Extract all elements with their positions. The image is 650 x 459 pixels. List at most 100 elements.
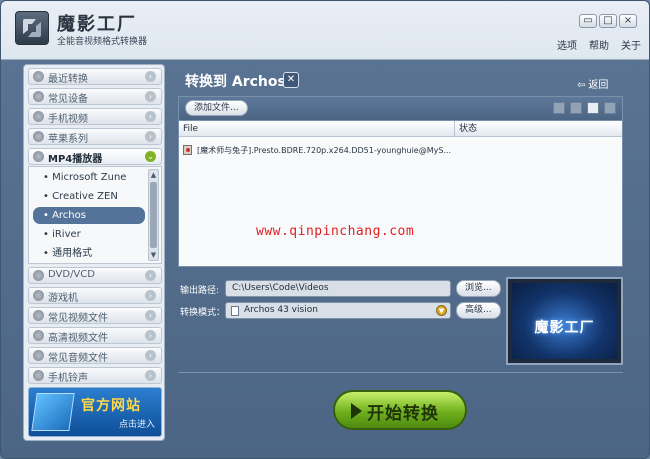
disc-icon xyxy=(33,270,44,281)
add-icon[interactable] xyxy=(587,102,599,114)
chevron-right-icon: › xyxy=(145,310,156,321)
category-label: MP4播放器 xyxy=(48,154,103,165)
scroll-up-icon[interactable]: ▲ xyxy=(149,170,158,180)
maximize-button[interactable]: □ xyxy=(599,14,617,28)
category-phone-video[interactable]: 手机视频 › xyxy=(28,108,162,125)
back-button[interactable]: ⇦ 返回 xyxy=(577,76,608,91)
start-convert-button[interactable]: 开始转换 xyxy=(333,390,467,430)
list-item-label: Creative ZEN xyxy=(52,191,118,202)
list-item-microsoft-zune[interactable]: • Microsoft Zune xyxy=(33,169,145,186)
film-icon xyxy=(33,310,44,321)
skin-button[interactable]: ▭ xyxy=(579,14,597,28)
conversion-mode-value: Archos 43 vision xyxy=(244,305,318,315)
document-icon xyxy=(231,306,239,316)
category-dvd-vcd[interactable]: DVD/VCD › xyxy=(28,267,162,284)
add-file-button[interactable]: 添加文件... xyxy=(185,100,248,116)
menu-help[interactable]: 帮助 xyxy=(589,37,609,52)
app-window: 魔影工厂 全能音视频格式转换器 ▭ □ × 选项 帮助 关于 最近转换 › 常见… xyxy=(0,0,650,459)
list-item-label: iRiver xyxy=(52,229,81,240)
chevron-right-icon: › xyxy=(145,91,156,102)
advanced-button[interactable]: 高级... xyxy=(456,302,501,319)
preview-logo-text: 魔影工厂 xyxy=(534,320,595,336)
category-label: 手机视频 xyxy=(48,114,88,125)
chevron-right-icon: › xyxy=(145,350,156,361)
list-item-creative-zen[interactable]: • Creative ZEN xyxy=(33,188,145,205)
category-label: 常见设备 xyxy=(48,94,88,105)
window-controls: ▭ □ × xyxy=(579,14,637,28)
official-site-banner[interactable]: 官方网站 点击进入 xyxy=(28,387,162,437)
file-table: File 状态 [魔术师与兔子].Presto.BDRE.720p.x264.D… xyxy=(178,120,623,267)
category-recent[interactable]: 最近转换 › xyxy=(28,68,162,85)
category-label: 苹果系列 xyxy=(48,134,88,145)
list-item-archos[interactable]: • Archos xyxy=(33,207,145,224)
category-common-video[interactable]: 常见视频文件 › xyxy=(28,307,162,324)
mode-label: 转换模式： xyxy=(180,308,226,318)
back-arrow-icon: ⇦ xyxy=(577,80,586,91)
mp4-player-list: • Microsoft Zune • Creative ZEN • Archos… xyxy=(28,166,162,264)
phone-icon xyxy=(33,111,44,122)
category-label: 最近转换 xyxy=(48,74,88,85)
menu-options[interactable]: 选项 xyxy=(557,37,577,52)
list-item-label: 通用格式 xyxy=(52,248,93,259)
chevron-right-icon: › xyxy=(145,370,156,381)
category-label: 常见视频文件 xyxy=(48,313,108,324)
scroll-thumb[interactable] xyxy=(150,182,157,248)
title-bar: 魔影工厂 全能音视频格式转换器 ▭ □ × 选项 帮助 关于 xyxy=(1,1,649,59)
hd-film-icon xyxy=(33,330,44,341)
category-ringtone[interactable]: 手机铃声 › xyxy=(28,367,162,384)
column-header-file[interactable]: File xyxy=(179,121,455,137)
divider xyxy=(178,372,623,373)
tools-icon[interactable]: ✕ xyxy=(283,72,299,88)
back-label: 返回 xyxy=(588,80,609,91)
gamepad-icon xyxy=(33,290,44,301)
scroll-down-icon[interactable]: ▼ xyxy=(149,250,158,260)
table-row[interactable]: [魔术师与兔子].Presto.BDRE.720p.x264.DD51-youn… xyxy=(183,143,451,157)
banner-title: 官方网站 xyxy=(81,398,141,414)
chevron-right-icon: › xyxy=(145,111,156,122)
device-icon xyxy=(33,91,44,102)
app-logo-icon xyxy=(15,11,49,45)
chevron-right-icon: › xyxy=(145,270,156,281)
category-sidebar: 最近转换 › 常见设备 › 手机视频 › 苹果系列 › MP4播放器 ⌄ • M… xyxy=(23,64,165,441)
category-mp4-player[interactable]: MP4播放器 ⌄ xyxy=(28,148,162,165)
gem-icon xyxy=(31,393,75,431)
remove-icon[interactable] xyxy=(604,102,616,114)
close-button[interactable]: × xyxy=(619,14,637,28)
watermark-text: www.qinpinchang.com xyxy=(256,224,415,239)
category-apple[interactable]: 苹果系列 › xyxy=(28,128,162,145)
category-label: 常见音频文件 xyxy=(48,353,108,364)
banner-subtitle: 点击进入 xyxy=(119,420,156,430)
chevron-right-icon: › xyxy=(145,71,156,82)
category-common-audio[interactable]: 常见音频文件 › xyxy=(28,347,162,364)
category-common-devices[interactable]: 常见设备 › xyxy=(28,88,162,105)
menu-about[interactable]: 关于 xyxy=(621,37,641,52)
chevron-down-icon: ⌄ xyxy=(145,151,156,162)
category-game-console[interactable]: 游戏机 › xyxy=(28,287,162,304)
list-action-buttons xyxy=(553,102,616,114)
category-label: DVD/VCD xyxy=(48,269,95,280)
skin-icon: ▭ xyxy=(583,15,593,26)
list-scrollbar[interactable]: ▲ ▼ xyxy=(148,169,159,261)
move-down-icon[interactable] xyxy=(570,102,582,114)
output-path-field[interactable]: C:\Users\Code\Videos xyxy=(225,280,451,297)
conversion-mode-select[interactable]: Archos 43 vision ▼ xyxy=(225,302,451,319)
chevron-right-icon: › xyxy=(145,131,156,142)
list-item-iriver[interactable]: • iRiver xyxy=(33,226,145,243)
column-header-status[interactable]: 状态 xyxy=(455,121,622,137)
recent-icon xyxy=(33,71,44,82)
preview-image: 魔影工厂 xyxy=(512,283,617,359)
top-menu: 选项 帮助 关于 xyxy=(557,37,641,52)
start-convert-label: 开始转换 xyxy=(367,404,439,424)
music-icon xyxy=(33,350,44,361)
category-hd-video[interactable]: 高清视频文件 › xyxy=(28,327,162,344)
page-title: 转换到 Archos xyxy=(185,74,286,90)
category-label: 游戏机 xyxy=(48,293,78,304)
chevron-down-icon[interactable]: ▼ xyxy=(436,305,447,316)
apple-icon xyxy=(33,131,44,142)
category-label: 手机铃声 xyxy=(48,373,88,384)
move-up-icon[interactable] xyxy=(553,102,565,114)
list-item-generic-format[interactable]: • 通用格式 xyxy=(33,245,145,262)
browse-button[interactable]: 浏览... xyxy=(456,280,501,297)
video-file-icon xyxy=(183,145,192,155)
output-path-label: 输出路径: xyxy=(180,286,220,296)
